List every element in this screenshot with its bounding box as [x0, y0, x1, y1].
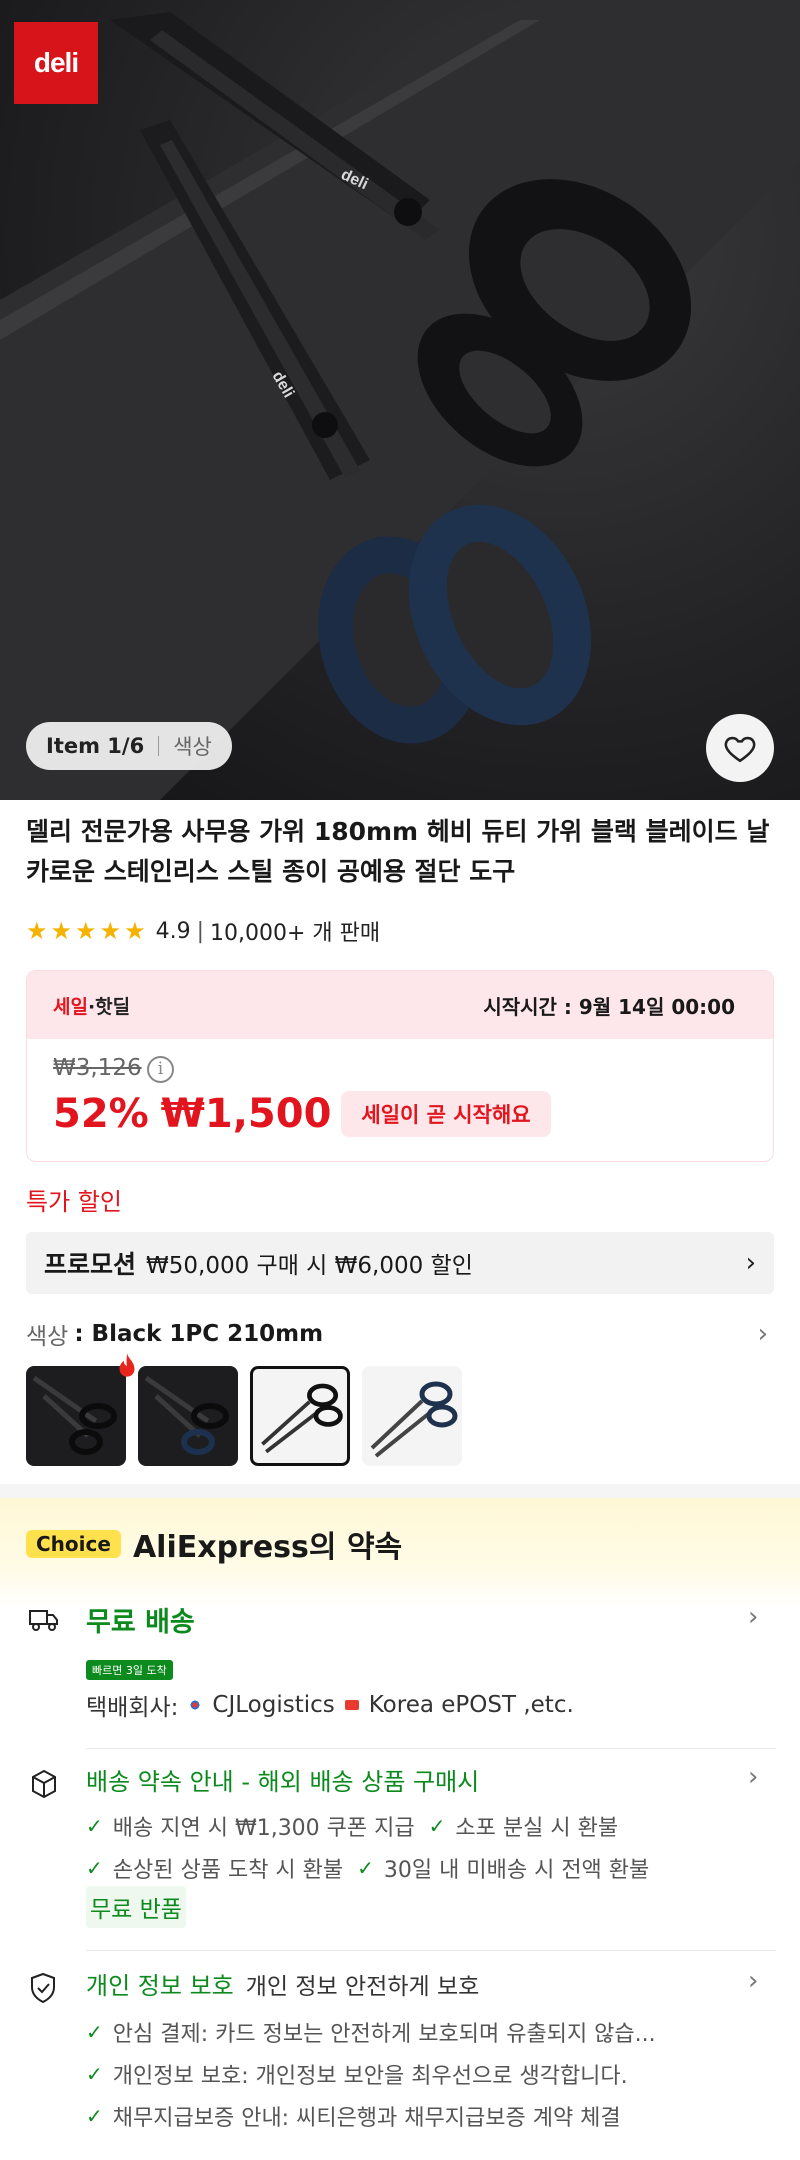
delivery-item-2: 소포 분실 시 환불: [455, 1816, 619, 1841]
check-icon: ✓: [86, 2062, 103, 2086]
color-option-2[interactable]: [138, 1366, 238, 1466]
scissors-photo: deli deli: [0, 0, 800, 800]
fire-icon: [119, 1353, 135, 1377]
choice-header: Choice AliExpress의 약속: [26, 1522, 402, 1566]
original-price: ₩3,126: [53, 1055, 142, 1081]
chevron-right-icon[interactable]: ›: [748, 1762, 758, 1792]
star-icon: ★: [50, 917, 73, 945]
privacy-subtitle: 개인 정보 안전하게 보호: [245, 1974, 480, 2000]
truck-icon: [29, 1610, 58, 1631]
privacy-title: 개인 정보 보호: [86, 1972, 234, 2000]
fast-delivery-badge: 빠르면 3일 도착: [86, 1660, 173, 1680]
shield-check-icon: [31, 1972, 55, 2004]
carrier-cj: CJLogistics: [212, 1692, 335, 1718]
product-title: 델리 전문가용 사무용 가위 180mm 헤비 듀티 가위 블랙 블레이드 날카…: [26, 817, 770, 886]
sale-tag: 세일·핫딜: [53, 992, 130, 1019]
info-icon[interactable]: i: [147, 1056, 174, 1083]
privacy-title-row[interactable]: 개인 정보 보호 개인 정보 안전하게 보호: [86, 1966, 479, 2001]
divider: |: [196, 918, 204, 944]
scissors-thumbnail: [370, 1381, 458, 1458]
delivery-item-4: 30일 내 미배송 시 전액 환불: [383, 1858, 650, 1883]
check-icon: ✓: [86, 1814, 103, 1838]
divider: [158, 736, 160, 756]
privacy-line-1: ✓ 안심 결제: 카드 정보는 안전하게 보호되며 유출되지 않습...: [86, 2016, 656, 2048]
free-shipping-title[interactable]: 무료 배송: [86, 1600, 195, 1639]
sale-start-time: 시작시간 : 9월 14일 00:00: [483, 994, 735, 1019]
sale-tag-label: 세일: [53, 995, 88, 1018]
check-icon: ✓: [86, 2104, 103, 2128]
delivery-item-3: 손상된 상품 도착 시 환불: [112, 1858, 344, 1883]
star-icon: ★: [99, 917, 122, 945]
chevron-right-icon: ›: [757, 1319, 768, 1349]
privacy-item-1: 안심 결제: 카드 정보는 안전하게 보호되며 유출되지 않습...: [112, 2022, 656, 2047]
star-icon: ★: [124, 917, 146, 945]
rating-row[interactable]: ★ ★ ★ ★ ★ 4.9 | 10,000+ 개 판매: [26, 914, 380, 948]
divider: [86, 1950, 776, 1951]
sale-tag-suffix: ·핫딜: [87, 995, 131, 1018]
choice-title: AliExpress의 약속: [132, 1530, 403, 1565]
product-image-gallery[interactable]: deli deli deli Item 1/6 색상: [0, 0, 800, 800]
carriers-line: 택배회사: CJLogistics Korea ePOST ,etc.: [86, 1688, 574, 1722]
color-link: 색상: [173, 735, 212, 759]
choice-promise-section: Choice AliExpress의 약속 무료 배송 › 빠르면 3일 도착 …: [0, 1498, 800, 2160]
privacy-line-3: ✓ 채무지급보증 안내: 씨티은행과 채무지급보증 계약 체결: [86, 2100, 621, 2132]
promotion-bar[interactable]: 프로모션 ₩50,000 구매 시 ₩6,000 할인 ›: [26, 1232, 774, 1294]
sale-header: 세일·핫딜 시작시간 : 9월 14일 00:00: [27, 971, 773, 1039]
section-separator: [0, 1484, 800, 1498]
privacy-line-2: ✓ 개인정보 보호: 개인정보 보안을 최우선으로 생각합니다.: [86, 2058, 628, 2090]
carrier-epost: Korea ePOST ,etc.: [368, 1692, 574, 1718]
color-key: 색상: [26, 1324, 69, 1350]
package-icon: [32, 1769, 56, 1799]
brand-logo: deli: [14, 22, 98, 104]
check-icon: ✓: [428, 1814, 446, 1838]
heart-icon: [724, 736, 756, 763]
choice-badge: Choice: [26, 1530, 121, 1558]
wishlist-button[interactable]: [706, 714, 774, 782]
scissors-thumbnail: [32, 1375, 117, 1455]
discount-percent: 52%: [53, 1091, 149, 1137]
chevron-right-icon: ›: [745, 1248, 756, 1278]
color-selector-row[interactable]: 색상 : Black 1PC 210mm ›: [26, 1316, 774, 1352]
star-icon: ★: [26, 917, 48, 945]
rating-value: 4.9: [155, 918, 191, 944]
privacy-item-2: 개인정보 보호: 개인정보 보안을 최우선으로 생각합니다.: [112, 2064, 628, 2089]
delivery-promise-line-1: ✓ 배송 지연 시 ₩1,300 쿠폰 지급 ✓ 소포 분실 시 환불: [86, 1810, 618, 1842]
color-option-3-selected[interactable]: [250, 1366, 350, 1466]
price-row: 52% ₩1,500 세일이 곧 시작해요: [53, 1091, 551, 1137]
star-icon: ★: [75, 917, 97, 945]
carriers-prefix: 택배회사:: [86, 1695, 179, 1721]
check-icon: ✓: [86, 1856, 103, 1880]
sale-price: ₩1,500: [160, 1091, 332, 1137]
check-icon: ✓: [86, 2020, 103, 2044]
free-return-badge: 무료 반품: [86, 1886, 186, 1928]
delivery-promise-line-2: ✓ 손상된 상품 도착 시 환불 ✓ 30일 내 미배송 시 전액 환불: [86, 1852, 649, 1884]
sale-box: 세일·핫딜 시작시간 : 9월 14일 00:00 ₩3,126 i 52% ₩…: [26, 970, 774, 1162]
sold-count: 10,000+ 개 판매: [210, 921, 381, 946]
special-discount-label: 특가 할인: [26, 1188, 122, 1216]
gallery-counter[interactable]: Item 1/6 색상: [26, 722, 232, 770]
cj-logo-icon: [188, 1700, 203, 1710]
check-icon: ✓: [357, 1856, 374, 1880]
color-options: [26, 1353, 462, 1466]
color-option-4[interactable]: [362, 1366, 462, 1466]
delivery-promise-title[interactable]: 배송 약속 안내 - 해외 배송 상품 구매시: [86, 1762, 479, 1797]
privacy-item-3: 채무지급보증 안내: 씨티은행과 채무지급보증 계약 체결: [112, 2106, 621, 2131]
promotion-label: 프로모션: [44, 1250, 137, 1279]
scissors-thumbnail: [144, 1375, 229, 1455]
sale-soon-badge: 세일이 곧 시작해요: [341, 1091, 551, 1137]
color-value: : Black 1PC 210mm: [74, 1321, 324, 1347]
divider: [86, 1748, 776, 1749]
chevron-right-icon[interactable]: ›: [748, 1602, 758, 1632]
chevron-right-icon[interactable]: ›: [748, 1966, 758, 1996]
promotion-text: ₩50,000 구매 시 ₩6,000 할인: [146, 1253, 473, 1279]
color-option-1[interactable]: [26, 1366, 126, 1466]
delivery-item-1: 배송 지연 시 ₩1,300 쿠폰 지급: [112, 1816, 415, 1841]
scissors-thumbnail: [261, 1383, 343, 1454]
item-counter: Item 1/6: [46, 734, 145, 758]
rating-stars: ★ ★ ★ ★ ★: [26, 917, 146, 945]
epost-logo-icon: [344, 1700, 359, 1710]
